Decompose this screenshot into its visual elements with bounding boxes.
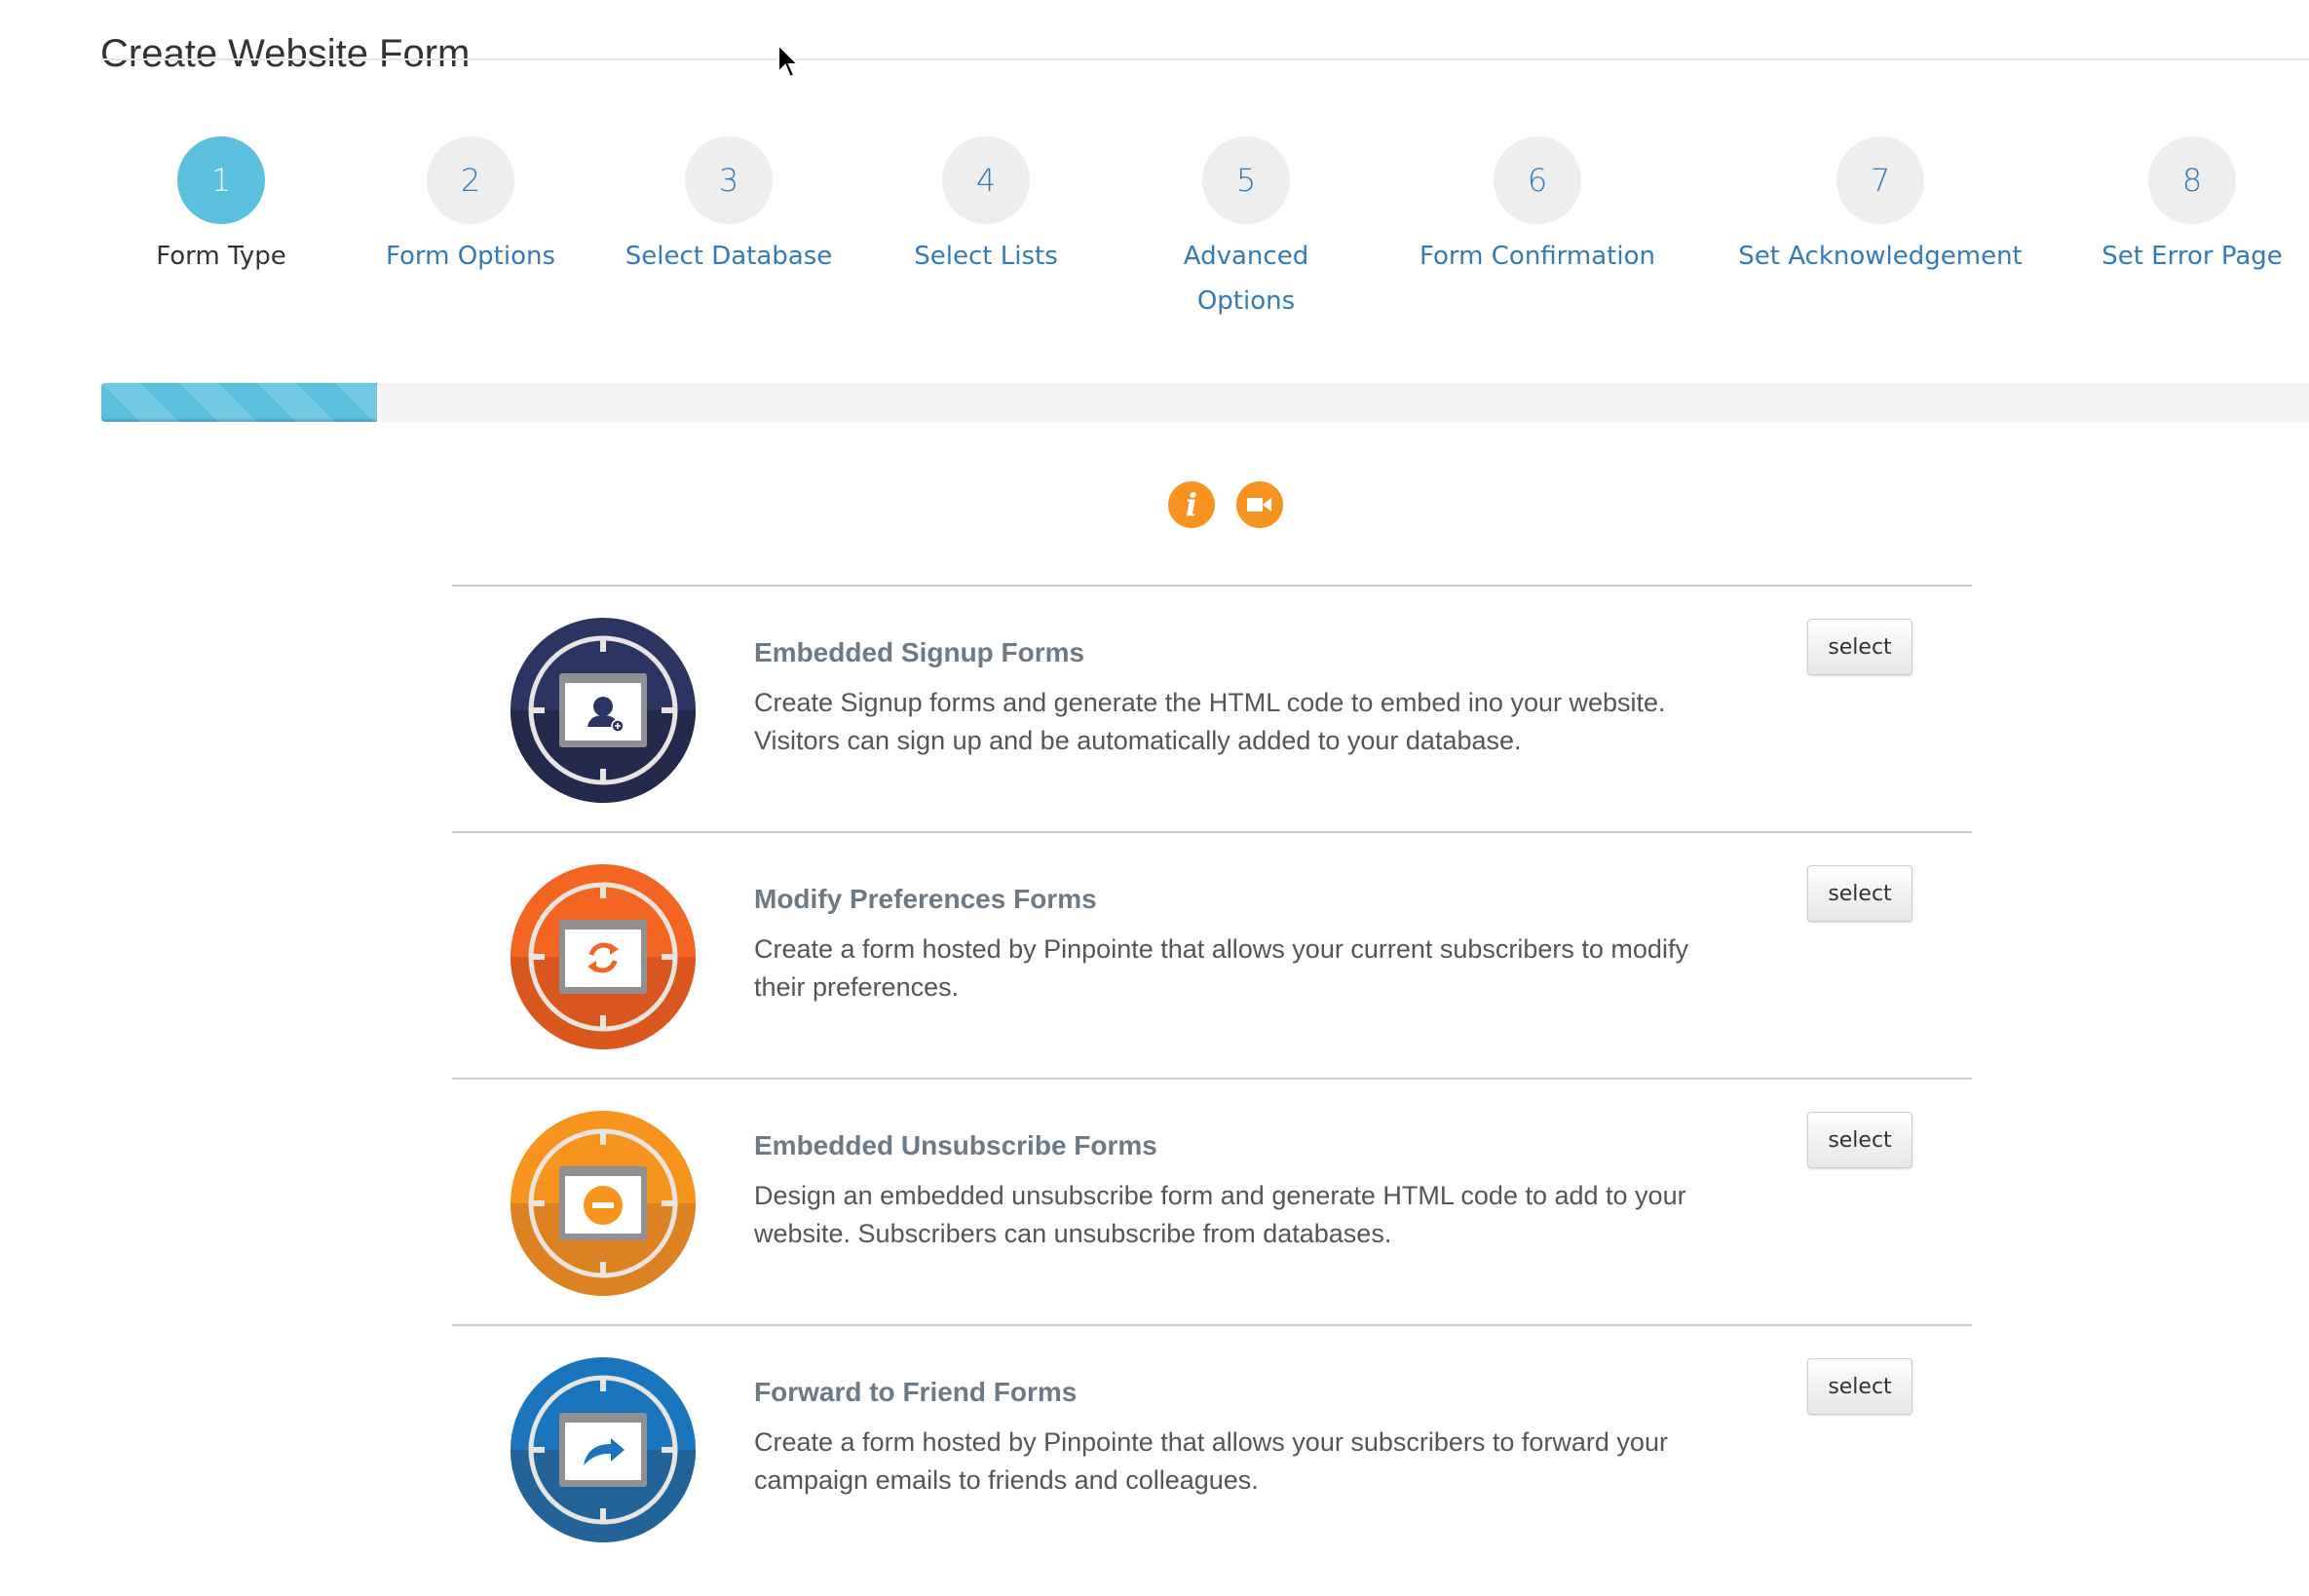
progress-fill [101, 383, 378, 422]
wizard-step-set-error-page[interactable]: 8 Set Error Page [2046, 136, 2309, 279]
step-label: Form Confirmation [1419, 242, 1655, 271]
form-type-description: Create a form hosted by Pinpointe that a… [754, 1427, 1668, 1495]
step-number-badge: 2 [427, 136, 514, 224]
wizard-step-select-database[interactable]: 3 Select Database [583, 136, 875, 279]
step-label: Form Options [385, 242, 556, 271]
form-type-title: Embedded Unsubscribe Forms [754, 1130, 1157, 1160]
wizard-progress-bar [101, 383, 2309, 422]
step-label: Set Acknowledgement [1738, 242, 2023, 271]
wizard-step-form-options[interactable]: 2 Form Options [324, 136, 617, 279]
step-label: Select Lists [914, 242, 1058, 271]
step-number-badge: 8 [2148, 136, 2236, 224]
select-button[interactable]: select [1807, 1112, 1912, 1168]
form-type-description: Design an embedded unsubscribe form and … [754, 1181, 1686, 1248]
add-user-icon [511, 618, 696, 803]
step-number-badge: 7 [1836, 136, 1924, 224]
step-number-badge: 3 [685, 136, 773, 224]
form-type-row: Forward to Friend Forms Create a form ho… [452, 1324, 1972, 1571]
form-type-list: Embedded Signup Forms Create Signup form… [452, 585, 1972, 1571]
step-number-badge: 5 [1202, 136, 1290, 224]
minus-circle-icon [511, 1111, 696, 1296]
wizard-steps: 1 Form Type 2 Form Options 3 Select Data… [0, 136, 2309, 331]
wizard-step-form-confirmation[interactable]: 6 Form Confirmation [1391, 136, 1684, 279]
form-type-title: Forward to Friend Forms [754, 1377, 1078, 1407]
form-type-title: Embedded Signup Forms [754, 637, 1085, 667]
wizard-step-set-acknowledgement[interactable]: 7 Set Acknowledgement [1734, 136, 2026, 279]
page-title: Create Website Form [100, 31, 471, 75]
form-type-description: Create a form hosted by Pinpointe that a… [754, 934, 1688, 1002]
step-number-badge: 4 [942, 136, 1030, 224]
select-button[interactable]: select [1807, 865, 1912, 922]
step-number-badge: 6 [1494, 136, 1581, 224]
wizard-step-advanced-options[interactable]: 5 Advanced Options [1100, 136, 1392, 323]
form-type-row: Embedded Unsubscribe Forms Design an emb… [452, 1078, 1972, 1324]
select-button[interactable]: select [1807, 619, 1912, 675]
mouse-cursor-icon [777, 43, 801, 79]
step-label: Advanced Options [1183, 242, 1309, 316]
form-type-row: Embedded Signup Forms Create Signup form… [452, 585, 1972, 831]
wizard-step-select-lists[interactable]: 4 Select Lists [840, 136, 1132, 279]
share-forward-icon [511, 1357, 696, 1542]
title-divider [100, 58, 2309, 60]
step-label: Set Error Page [2101, 242, 2283, 271]
form-type-title: Modify Preferences Forms [754, 884, 1097, 914]
step-label: Select Database [625, 242, 833, 271]
form-type-description: Create Signup forms and generate the HTM… [754, 688, 1666, 755]
form-type-row: Modify Preferences Forms Create a form h… [452, 831, 1972, 1078]
select-button[interactable]: select [1807, 1358, 1912, 1415]
refresh-icon [511, 864, 696, 1049]
wizard-step-form-type[interactable]: 1 Form Type [75, 136, 367, 279]
help-icons: i [1168, 481, 1283, 528]
info-icon[interactable]: i [1168, 481, 1215, 528]
step-number-badge: 1 [177, 136, 265, 224]
video-camera-icon[interactable] [1236, 481, 1283, 528]
step-label: Form Type [156, 242, 286, 271]
